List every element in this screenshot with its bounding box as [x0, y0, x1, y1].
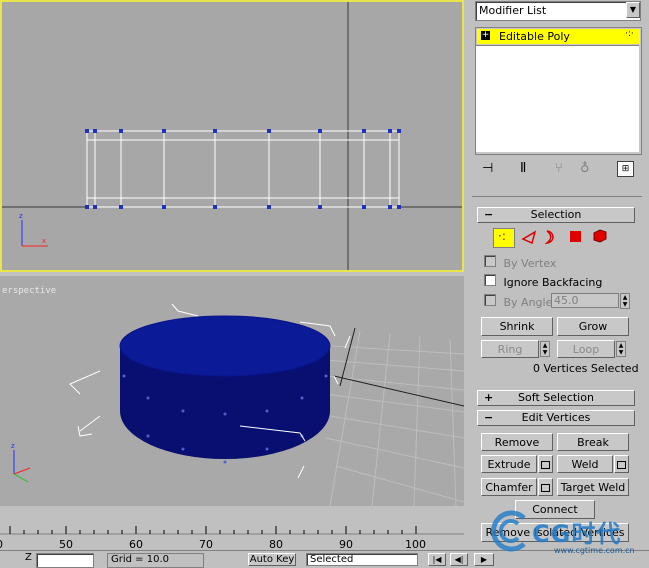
loop-button[interactable]: Loop — [557, 340, 615, 358]
expand-plus-icon[interactable]: + — [481, 31, 490, 40]
watermark: CG时代 www.cgtime.com.cn — [474, 506, 649, 565]
perspective-viewport-canvas: z — [11, 303, 464, 506]
front-viewport-canvas: z x — [2, 2, 462, 270]
configure-sets-icon[interactable]: ⊞ — [617, 161, 634, 177]
remove-modifier-icon[interactable]: ♁ — [580, 161, 590, 176]
selection-rollout-title: Selection — [530, 208, 582, 221]
subobject-dots-icon: ·:· — [625, 29, 634, 39]
vertex-mode-icon[interactable]: ·: — [493, 228, 515, 248]
perspective-viewport[interactable]: z erspective — [0, 276, 464, 506]
weld-settings-icon[interactable] — [614, 455, 629, 473]
collapse-minus-icon: − — [484, 208, 494, 221]
watermark-logo-icon — [491, 510, 526, 552]
grow-button[interactable]: Grow — [557, 317, 629, 336]
command-panel: Modifier List ▼ + Editable Poly ·:· ⊣ Ⅱ … — [470, 0, 649, 542]
svg-text:z: z — [19, 212, 23, 220]
panel-divider — [472, 196, 642, 197]
collapse-minus-icon: − — [484, 411, 494, 424]
previous-frame-icon[interactable]: ◀| — [450, 553, 468, 566]
show-end-result-icon[interactable]: Ⅱ — [520, 161, 526, 176]
watermark-brand: CG时代 — [532, 520, 622, 548]
chamfer-settings-icon[interactable] — [538, 478, 553, 496]
stack-list-area — [476, 45, 639, 152]
extrude-settings-icon[interactable] — [538, 455, 553, 473]
soft-selection-rollout-header[interactable]: + Soft Selection — [477, 390, 635, 406]
angle-spinner[interactable]: ▲ ▼ — [620, 293, 630, 309]
polygon-mode-icon[interactable] — [570, 231, 581, 242]
by-angle-checkbox[interactable] — [484, 294, 496, 306]
by-angle-row[interactable]: By Angle: — [484, 294, 556, 309]
chevron-down-icon[interactable]: ▼ — [626, 2, 640, 18]
svg-text:x: x — [42, 237, 46, 245]
go-to-start-icon[interactable]: |◀ — [428, 553, 446, 566]
stack-item-editable-poly[interactable]: + Editable Poly ·:· — [477, 29, 640, 44]
z-coordinate-field[interactable] — [36, 553, 94, 568]
break-button[interactable]: Break — [557, 433, 629, 451]
stack-toolbar: ⊣ Ⅱ ⑂ ♁ ⊞ — [475, 158, 640, 182]
selection-status: 0 Vertices Selected — [533, 362, 639, 375]
selection-rollout-header[interactable]: − Selection — [477, 207, 635, 223]
loop-spinner[interactable]: ▲ ▼ — [616, 341, 626, 357]
perspective-viewport-label[interactable]: erspective — [2, 286, 56, 296]
chamfer-button[interactable]: Chamfer — [481, 478, 537, 496]
cylinder-wireframe-front — [86, 130, 400, 208]
edit-vertices-title: Edit Vertices — [521, 411, 591, 424]
by-vertex-label: By Vertex — [503, 257, 557, 270]
shrink-button[interactable]: Shrink — [481, 317, 553, 336]
modifier-stack: + Editable Poly ·:· — [475, 27, 642, 155]
axis-tripod-front: z x — [19, 212, 48, 247]
key-filter-value: Selected — [310, 554, 354, 565]
make-unique-icon[interactable]: ⑂ — [555, 161, 563, 176]
extrude-button[interactable]: Extrude — [481, 455, 537, 473]
soft-selection-title: Soft Selection — [518, 391, 594, 404]
by-angle-label: By Angle: — [503, 296, 557, 309]
border-mode-icon[interactable] — [543, 229, 557, 245]
element-mode-icon[interactable] — [592, 228, 608, 244]
stack-item-label: Editable Poly — [499, 30, 570, 43]
remove-button[interactable]: Remove — [481, 433, 553, 451]
edge-mode-icon[interactable] — [521, 229, 537, 245]
cylinder-object — [119, 315, 331, 459]
modifier-list-dropdown[interactable]: Modifier List ▼ — [475, 1, 641, 21]
watermark-url: www.cgtime.com.cn — [554, 546, 635, 555]
grid-info: Grid = 10.0 — [107, 553, 204, 568]
ignore-backfacing-checkbox[interactable] — [484, 274, 496, 286]
by-vertex-checkbox[interactable] — [484, 255, 496, 267]
key-filter-dropdown[interactable]: Selected — [306, 553, 418, 566]
by-vertex-row[interactable]: By Vertex — [484, 255, 556, 270]
ignore-backfacing-row[interactable]: Ignore Backfacing — [484, 274, 602, 289]
svg-text:z: z — [11, 442, 15, 450]
edit-vertices-rollout-header[interactable]: − Edit Vertices — [477, 410, 635, 426]
axis-tripod-perspective: z — [11, 442, 31, 483]
angle-value-field[interactable]: 45.0 — [551, 293, 619, 308]
weld-button[interactable]: Weld — [557, 455, 613, 473]
ring-button[interactable]: Ring — [481, 340, 539, 358]
modifier-list-label: Modifier List — [479, 4, 547, 17]
expand-plus-icon: + — [484, 391, 494, 404]
z-coordinate-label: Z — [25, 552, 32, 563]
pin-stack-icon[interactable]: ⊣ — [482, 161, 493, 176]
front-viewport[interactable]: z x — [0, 0, 464, 272]
ignore-backfacing-label: Ignore Backfacing — [503, 276, 603, 289]
target-weld-button[interactable]: Target Weld — [557, 478, 629, 496]
ring-spinner[interactable]: ▲ ▼ — [540, 341, 550, 357]
auto-key-button[interactable]: Auto Key — [248, 553, 296, 566]
